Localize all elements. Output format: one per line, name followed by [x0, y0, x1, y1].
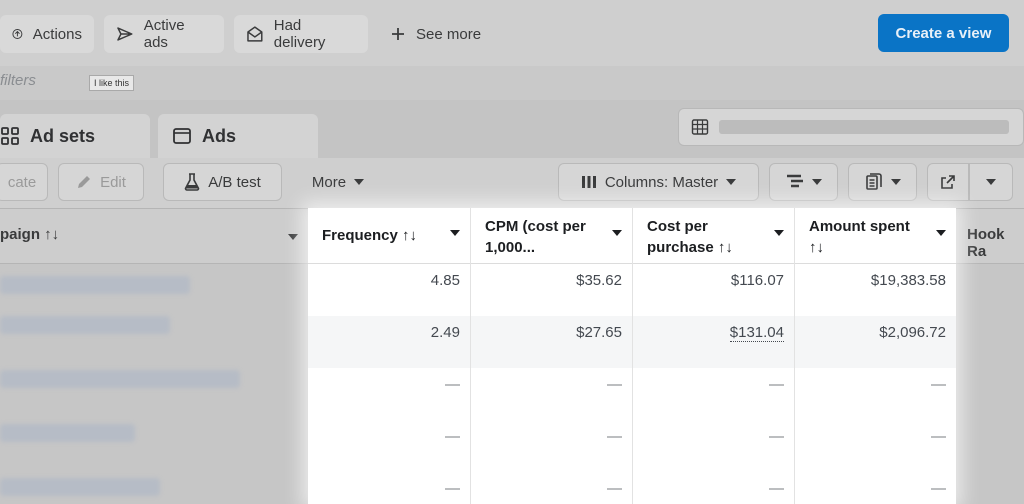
export-icon: [941, 175, 955, 189]
table-cell: $116.07: [730, 272, 784, 289]
ab-test-label: A/B test: [208, 173, 261, 191]
caret-down-icon[interactable]: [288, 234, 298, 240]
table-cell: 2.49: [308, 316, 470, 368]
tooltip: I like this: [89, 75, 135, 91]
plus-icon: [392, 28, 404, 40]
duplicate-button[interactable]: cate: [0, 163, 48, 201]
reports-icon: [865, 173, 882, 190]
pencil-icon: [78, 176, 91, 188]
table-cell: —: [931, 480, 946, 497]
tab-ad-sets-label: Ad sets: [30, 125, 96, 146]
frequency-header-label: Frequency ↑↓: [322, 227, 418, 244]
arrow-circle-up-icon: [12, 29, 23, 39]
flask-icon: [184, 173, 200, 191]
grid-icon: [1, 127, 19, 145]
actions-filter-chip[interactable]: Actions: [0, 15, 94, 53]
blurred-row-name: [0, 370, 240, 388]
campaign-header-label: paign ↑↓: [0, 226, 60, 243]
active-ads-filter-label: Active ads: [143, 17, 185, 51]
caret-down-icon[interactable]: [450, 230, 460, 236]
tab-ads[interactable]: Ads: [158, 114, 318, 158]
hook-rate-column-header[interactable]: Hook Ra: [967, 226, 1024, 260]
caret-down-icon: [354, 179, 365, 185]
cost-per-purchase-link[interactable]: $131.04: [729, 324, 784, 342]
ab-test-button[interactable]: A/B test: [163, 163, 282, 201]
cpm-column-header[interactable]: CPM (cost per 1,000...: [471, 208, 632, 264]
blurred-row-name: [0, 276, 190, 294]
table-cell: —: [607, 480, 622, 497]
table-cell: $19,383.58: [870, 272, 946, 289]
highlighted-metrics-area: Frequency ↑↓ 4.85 2.49 — — — CPM (cost p…: [308, 208, 956, 504]
table-cell: —: [607, 376, 622, 393]
edit-label: Edit: [100, 173, 126, 191]
caret-down-icon: [811, 179, 822, 185]
edit-button[interactable]: Edit: [58, 163, 144, 201]
caret-down-icon: [726, 179, 737, 185]
columns-label: Columns: Master: [604, 173, 719, 191]
cpm-column: CPM (cost per 1,000... $35.62 $27.65 — —…: [471, 208, 633, 504]
caret-down-icon: [890, 179, 901, 185]
blurred-row-name: [0, 478, 160, 496]
tab-ads-label: Ads: [202, 125, 237, 146]
had-delivery-filter-chip[interactable]: Had delivery: [234, 15, 368, 53]
cpm-header-line2: 1,000...: [485, 239, 536, 256]
table-cell: —: [769, 428, 784, 445]
cost-per-purchase-header-line2: purchase ↑↓: [647, 239, 733, 256]
caret-down-icon[interactable]: [612, 230, 622, 236]
export-dropdown[interactable]: [969, 163, 1013, 201]
amount-spent-column-header[interactable]: Amount spent ↑↓: [795, 208, 956, 264]
had-delivery-filter-label: Had delivery: [273, 17, 326, 51]
amount-spent-header-line2: ↑↓: [809, 239, 824, 256]
amount-spent-column: Amount spent ↑↓ $19,383.58 $2,096.72 — —…: [795, 208, 956, 504]
table-cell: $2,096.72: [795, 316, 956, 368]
reports-dropdown[interactable]: [848, 163, 917, 201]
paper-plane-icon: [117, 27, 133, 41]
cost-per-purchase-header-line1: Cost per: [647, 218, 708, 235]
window-icon: [173, 128, 191, 144]
blurred-search-text: [719, 120, 1009, 134]
columns-dropdown[interactable]: Columns: Master: [558, 163, 759, 201]
table-cell: —: [931, 428, 946, 445]
table-cell[interactable]: $131.04: [633, 316, 794, 368]
blurred-row-name: [0, 424, 135, 442]
table-cell: 4.85: [430, 272, 460, 289]
export-button[interactable]: [927, 163, 969, 201]
see-more-label: See more: [416, 25, 482, 43]
envelope-open-icon: [247, 26, 263, 42]
cpm-header-line1: CPM (cost per: [485, 218, 586, 235]
see-more-button[interactable]: See more: [390, 15, 481, 53]
caret-down-icon[interactable]: [774, 230, 784, 236]
filters-text[interactable]: filters: [0, 72, 36, 89]
table-cell: —: [445, 428, 460, 445]
hook-rate-header-label: Hook Ra: [967, 226, 1005, 260]
search-filter-box[interactable]: [678, 108, 1024, 146]
more-button[interactable]: More: [300, 163, 376, 201]
table-cell: —: [445, 376, 460, 393]
columns-icon: [581, 176, 596, 188]
cost-per-purchase-column-header[interactable]: Cost per purchase ↑↓: [633, 208, 794, 264]
table-cell: —: [931, 376, 946, 393]
create-view-button[interactable]: Create a view: [878, 14, 1009, 52]
tab-ad-sets[interactable]: Ad sets: [0, 114, 150, 158]
active-ads-filter-chip[interactable]: Active ads: [104, 15, 224, 53]
caret-down-icon[interactable]: [936, 230, 946, 236]
amount-spent-header-line1: Amount spent: [809, 218, 910, 235]
breakdown-icon: [786, 174, 803, 188]
campaign-column-header[interactable]: paign ↑↓: [0, 226, 59, 243]
table-cell: —: [607, 428, 622, 445]
table-cell: —: [445, 480, 460, 497]
table-cell: $27.65: [471, 316, 632, 368]
table-cell: —: [769, 480, 784, 497]
frequency-column-header[interactable]: Frequency ↑↓: [308, 208, 470, 264]
blurred-row-name: [0, 316, 170, 334]
actions-filter-label: Actions: [32, 25, 82, 43]
breakdown-dropdown[interactable]: [769, 163, 838, 201]
table-cell: —: [769, 376, 784, 393]
caret-down-icon: [986, 179, 996, 185]
cost-per-purchase-column: Cost per purchase ↑↓ $116.07 $131.04 — —…: [633, 208, 795, 504]
table-icon: [691, 119, 709, 135]
frequency-column: Frequency ↑↓ 4.85 2.49 — — —: [308, 208, 471, 504]
table-cell: $35.62: [576, 272, 622, 289]
more-label: More: [311, 173, 347, 191]
